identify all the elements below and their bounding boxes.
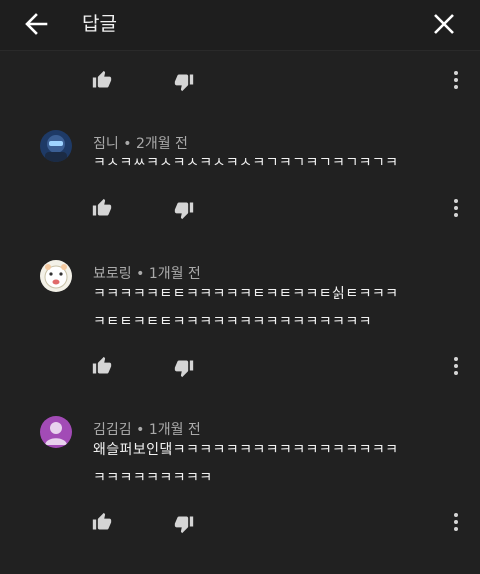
avatar[interactable] xyxy=(40,416,72,448)
thumbs-down-icon[interactable] xyxy=(174,200,194,220)
top-app-bar: 답글 xyxy=(0,0,480,51)
comment-actions xyxy=(0,194,480,222)
comment-actions xyxy=(0,66,480,94)
thumbs-down-icon[interactable] xyxy=(174,72,194,92)
thumbs-down-icon[interactable] xyxy=(174,358,194,378)
thumbs-up-icon[interactable] xyxy=(92,356,112,376)
close-icon[interactable] xyxy=(430,10,458,38)
thumbs-up-icon[interactable] xyxy=(92,198,112,218)
comment-text-line: 왜슬퍼보인댘ㅋㅋㅋㅋㅋㅋㅋㅋㅋㅋㅋㅋㅋㅋㅋㅋㅋ xyxy=(93,442,399,458)
more-vertical-icon[interactable] xyxy=(446,69,466,91)
thumbs-up-icon[interactable] xyxy=(92,512,112,532)
comment-text-line: ㅋㅋㅋㅋㅋㅌㅌㅋㅋㅋㅋㅋㅌㅋㅌㅋㅋㅌ싥ㅌㅋㅋㅋ xyxy=(93,286,399,302)
comment-text-line: ㅋㅌㅌㅋㅌㅌㅋㅋㅋㅋㅋㅋㅋㅋㅋㅋㅋㅋㅋㅋㅋ xyxy=(93,314,372,330)
page-title: 답글 xyxy=(82,13,117,35)
avatar[interactable] xyxy=(40,130,72,162)
thumbs-up-icon[interactable] xyxy=(92,70,112,90)
comment-actions xyxy=(0,508,480,536)
arrow-left-icon[interactable] xyxy=(22,10,50,38)
comment-text-line: ㅋㅋㅋㅋㅋㅋㅋㅋㅋ xyxy=(93,470,213,486)
more-vertical-icon[interactable] xyxy=(446,355,466,377)
more-vertical-icon[interactable] xyxy=(446,511,466,533)
avatar[interactable] xyxy=(40,260,72,292)
comment-text-line: ㅋㅅㅋㅆㅋㅅㅋㅅㅋㅅㅋㅅㅋㄱㅋㄱㅋㄱㅋㄱㅋㄱㅋ xyxy=(93,155,399,171)
comment-actions xyxy=(0,352,480,380)
more-vertical-icon[interactable] xyxy=(446,197,466,219)
thumbs-down-icon[interactable] xyxy=(174,514,194,534)
